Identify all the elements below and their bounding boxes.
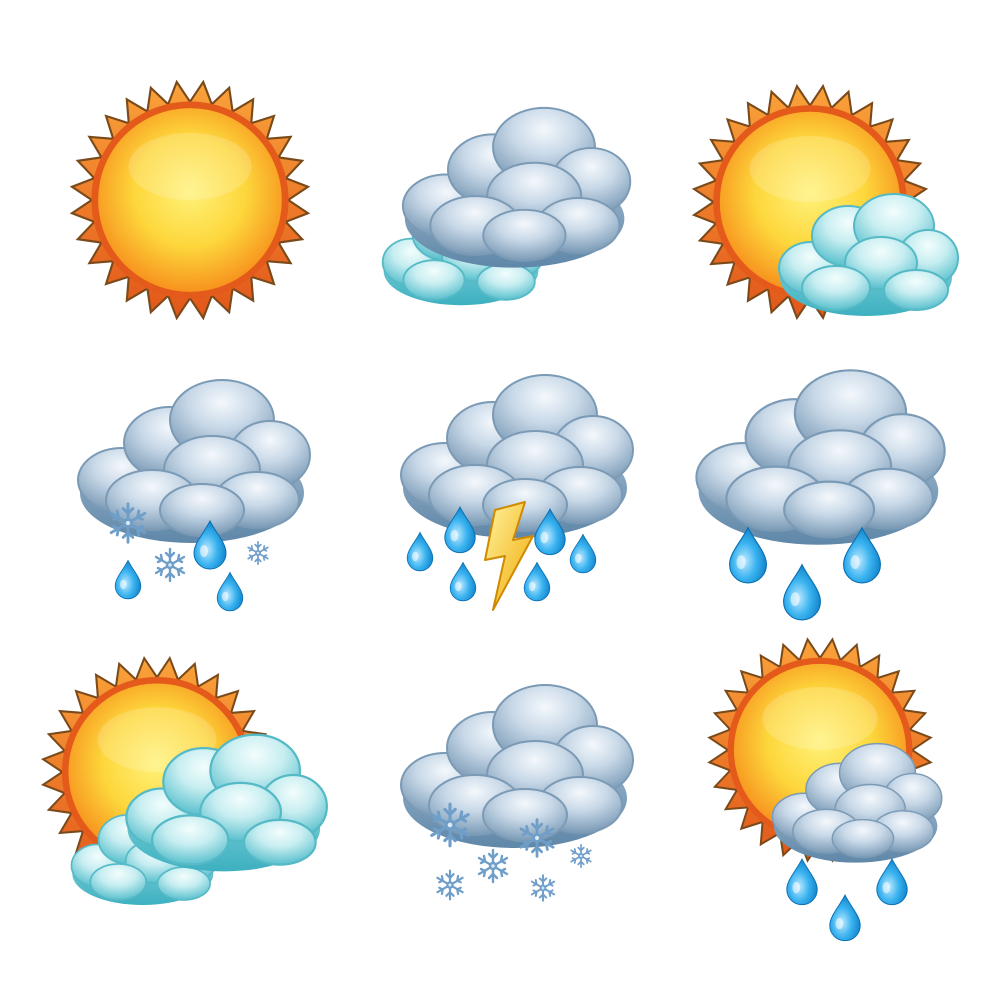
raindrop-icon xyxy=(406,532,434,572)
sunny-icon xyxy=(60,70,320,330)
raindrop-icon xyxy=(114,560,142,600)
raindrop-icon xyxy=(569,534,597,574)
mostly-cloudy-icon xyxy=(40,650,330,915)
raindrop-icon xyxy=(829,894,861,942)
raindrop-icon xyxy=(876,858,908,906)
snow-icon xyxy=(385,670,645,910)
thunderstorm-icon xyxy=(385,360,645,620)
snowflake-icon xyxy=(247,540,269,566)
cloud-icon xyxy=(401,106,632,269)
raindrop-icon xyxy=(216,572,244,612)
snowflake-icon xyxy=(154,547,186,583)
snowflake-icon xyxy=(530,874,556,902)
snowflake-icon xyxy=(477,848,509,884)
partly-sunny-icon xyxy=(690,80,970,330)
rain-icon xyxy=(680,355,960,625)
snow-rain-icon xyxy=(60,365,320,620)
raindrop-icon xyxy=(449,562,477,602)
raindrop-icon xyxy=(786,858,818,906)
snowflake-icon xyxy=(436,869,464,901)
cloudy-icon xyxy=(375,95,645,320)
cloud-icon xyxy=(695,369,946,546)
sun-shower-icon xyxy=(690,637,960,942)
cloud-icon xyxy=(400,684,634,849)
raindrop-icon xyxy=(523,562,551,602)
snowflake-icon xyxy=(570,843,592,869)
raindrop-icon xyxy=(783,564,821,621)
weather-icon-grid xyxy=(0,0,1000,1000)
sun-icon xyxy=(69,79,311,321)
